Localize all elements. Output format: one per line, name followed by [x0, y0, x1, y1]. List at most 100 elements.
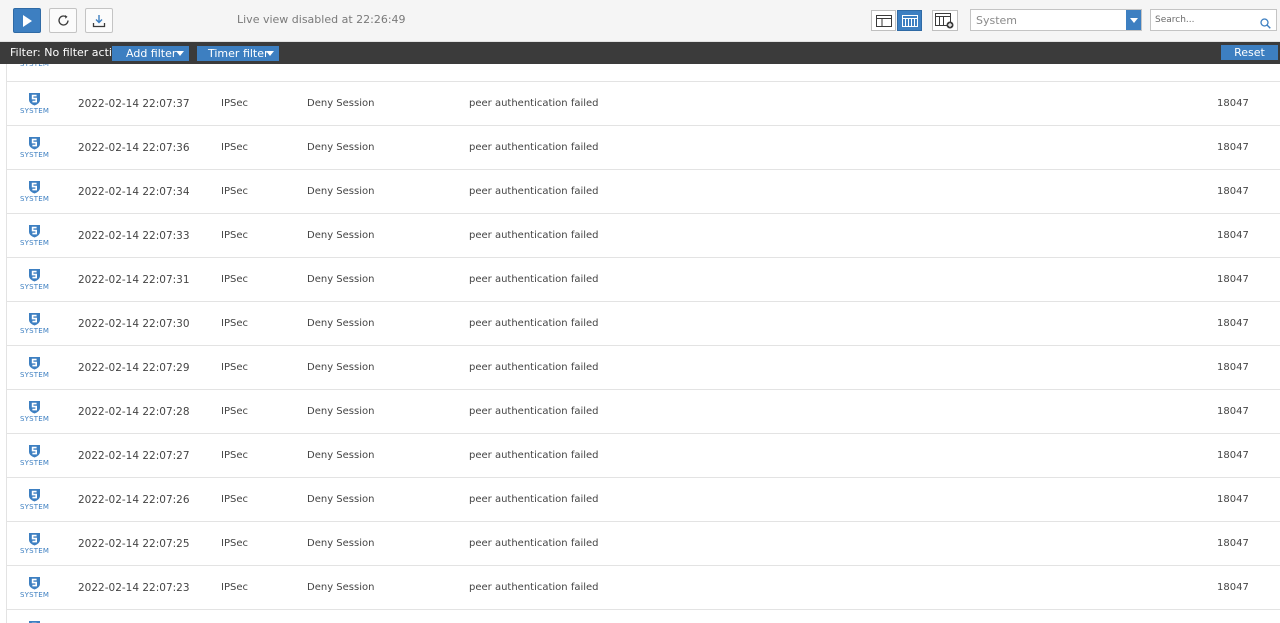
grid-view-button[interactable] — [897, 10, 922, 31]
live-play-button[interactable] — [13, 8, 41, 33]
log-type-label: SYSTEM — [20, 415, 50, 423]
log-type-label: SYSTEM — [20, 195, 50, 203]
log-type-label: SYSTEM — [20, 459, 50, 467]
log-time: 2022-02-14 22:07:28 — [78, 406, 190, 418]
log-type-cell: SYSTEM — [20, 356, 49, 379]
log-type-label: SYSTEM — [20, 547, 50, 555]
chevron-down-icon[interactable] — [1126, 10, 1141, 30]
log-message: peer authentication failed — [469, 274, 599, 285]
log-type-label: SYSTEM — [20, 283, 50, 291]
search-input[interactable] — [1155, 13, 1255, 27]
system-shield-icon — [28, 489, 40, 502]
table-row[interactable]: SYSTEM 2022-02-14 22:07:36 IPSec Deny Sessi… — [7, 126, 1280, 170]
log-type-label: SYSTEM — [20, 239, 50, 247]
log-message: peer authentication failed — [469, 318, 599, 329]
live-view-status: Live view disabled at 22:26:49 — [237, 13, 406, 26]
add-filter-button[interactable]: Add filter — [112, 46, 189, 61]
log-component: IPSec — [221, 450, 248, 461]
log-type-label: SYSTEM — [20, 107, 50, 115]
system-shield-icon — [28, 269, 40, 282]
log-message: peer authentication failed — [469, 230, 599, 241]
table-row[interactable]: SYSTEM 2022-02-14 22:07:23 IPSec Deny Sessi… — [7, 566, 1280, 610]
log-type-label: SYSTEM — [20, 503, 50, 511]
table-row[interactable]: SYSTEM 2022-02-14 22:07:25 IPSec Deny Sessi… — [7, 522, 1280, 566]
column-settings-button[interactable] — [932, 10, 958, 31]
refresh-button[interactable] — [49, 8, 77, 33]
system-shield-icon — [28, 445, 40, 458]
log-time: 2022-02-14 22:07:27 — [78, 450, 190, 462]
log-id: 18047 — [1217, 494, 1249, 505]
log-action: Deny Session — [307, 142, 375, 153]
add-filter-label: Add filter — [126, 47, 177, 60]
log-time: 2022-02-14 22:07:36 — [78, 142, 190, 154]
chevron-down-icon — [266, 51, 274, 56]
chevron-down-icon — [176, 51, 184, 56]
log-action: Deny Session — [307, 274, 375, 285]
log-message: peer authentication failed — [469, 406, 599, 417]
play-icon — [23, 14, 32, 27]
table-row[interactable]: SYSTEM 2022-02-14 22:07:37 IPSec Deny Sessi… — [7, 82, 1280, 126]
log-message: peer authentication failed — [469, 582, 599, 593]
table-row-partial-bottom[interactable] — [7, 610, 1280, 623]
log-time: 2022-02-14 22:07:29 — [78, 362, 190, 374]
system-shield-icon — [28, 533, 40, 546]
log-component: IPSec — [221, 230, 248, 241]
log-component: IPSec — [221, 494, 248, 505]
detail-view-button[interactable] — [871, 10, 896, 31]
log-id: 18047 — [1217, 318, 1249, 329]
log-type-cell: SYSTEM — [20, 268, 50, 291]
log-type-select-value: System — [976, 14, 1018, 27]
log-time: 2022-02-14 22:07:31 — [78, 274, 190, 286]
table-row-partial-top[interactable]: SYSTEM — [7, 64, 1280, 82]
log-id: 18047 — [1217, 142, 1249, 153]
log-message: peer authentication failed — [469, 98, 599, 109]
table-row[interactable]: SYSTEM 2022-02-14 22:07:30 IPSec Deny Sessi… — [7, 302, 1280, 346]
log-id: 18047 — [1217, 362, 1249, 373]
reset-button[interactable]: Reset — [1221, 45, 1278, 60]
log-type-cell: SYSTEM — [20, 532, 50, 555]
log-id: 18047 — [1217, 98, 1249, 109]
system-shield-icon — [28, 313, 40, 326]
log-time: 2022-02-14 22:07:23 — [78, 582, 190, 594]
log-component: IPSec — [221, 582, 248, 593]
log-action: Deny Session — [307, 186, 375, 197]
log-id: 18047 — [1217, 230, 1249, 241]
log-id: 18047 — [1217, 406, 1249, 417]
system-shield-icon — [28, 401, 40, 414]
log-action: Deny Session — [307, 582, 375, 593]
table-row[interactable]: SYSTEM 2022-02-14 22:07:27 IPSec Deny Sessi… — [7, 434, 1280, 478]
log-component: IPSec — [221, 98, 248, 109]
log-time: 2022-02-14 22:07:25 — [78, 538, 190, 550]
refresh-icon — [57, 15, 69, 26]
log-action: Deny Session — [307, 362, 375, 373]
system-shield-icon — [28, 577, 40, 590]
log-type-label: SYSTEM — [20, 151, 50, 159]
log-type-select[interactable]: System — [970, 9, 1142, 31]
search-box[interactable] — [1150, 9, 1277, 31]
filter-bar: Filter: No filter active Add filter Time… — [0, 42, 1280, 64]
log-type-cell: SYSTEM — [20, 136, 50, 159]
log-type-cell: SYSTEM — [20, 576, 50, 599]
table-row[interactable]: SYSTEM 2022-02-14 22:07:31 IPSec Deny Sessi… — [7, 258, 1280, 302]
log-message: peer authentication failed — [469, 362, 599, 373]
column-settings-icon — [935, 12, 954, 28]
log-component: IPSec — [221, 318, 248, 329]
system-shield-icon — [28, 357, 40, 370]
table-row[interactable]: SYSTEM 2022-02-14 22:07:28 IPSec Deny Sessi… — [7, 390, 1280, 434]
table-row[interactable]: SYSTEM 2022-02-14 22:07:26 IPSec Deny Sessi… — [7, 478, 1280, 522]
log-id: 18047 — [1217, 274, 1249, 285]
timer-filter-button[interactable]: Timer filter — [197, 46, 279, 61]
log-type-label: SYSTEM — [20, 591, 50, 599]
log-message: peer authentication failed — [469, 142, 599, 153]
search-icon[interactable] — [1260, 14, 1271, 33]
table-row[interactable]: SYSTEM 2022-02-14 22:07:29 IPSec Deny Sessi… — [7, 346, 1280, 390]
table-row[interactable]: SYSTEM 2022-02-14 22:07:33 IPSec Deny Sessi… — [7, 214, 1280, 258]
detail-view-icon — [875, 14, 892, 27]
table-row[interactable]: SYSTEM 2022-02-14 22:07:34 IPSec Deny Sessi… — [7, 170, 1280, 214]
download-button[interactable] — [85, 8, 113, 33]
log-id: 18047 — [1217, 450, 1249, 461]
log-action: Deny Session — [307, 318, 375, 329]
log-type-cell: SYSTEM — [20, 488, 50, 511]
log-type-cell: SYSTEM — [20, 180, 50, 203]
grid-view-icon — [901, 14, 918, 27]
